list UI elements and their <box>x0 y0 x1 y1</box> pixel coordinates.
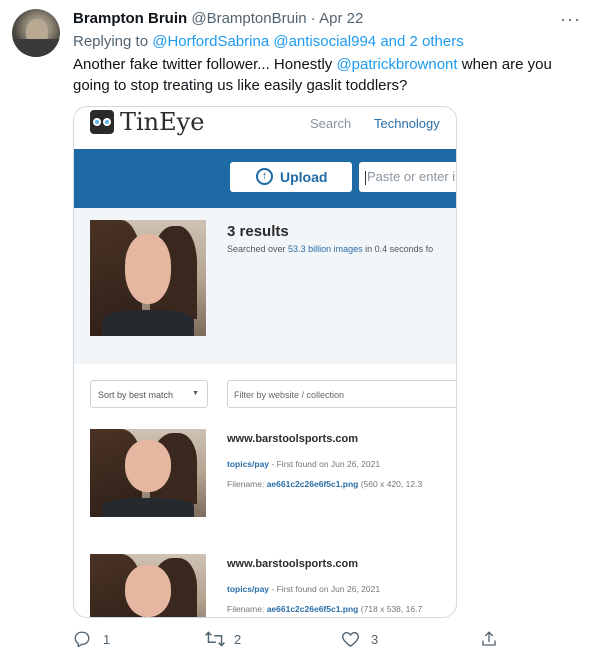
tweet-text: Another fake twitter follower... Honestl… <box>73 54 583 96</box>
separator-dot: · <box>310 10 316 27</box>
result-item: www.barstoolsports.com topics/pay - Firs… <box>74 429 456 529</box>
share-icon <box>482 631 496 646</box>
upload-arrow-icon: ↑ <box>256 168 273 185</box>
retweet-count: 2 <box>234 632 242 647</box>
url-placeholder: Paste or enter im <box>367 169 457 184</box>
tweet-media[interactable]: TinEye Search Technology ↑ Upload Paste … <box>73 106 457 618</box>
reply-mention-2[interactable]: @antisocial994 <box>273 33 376 50</box>
reply-button[interactable]: 1 <box>73 628 123 650</box>
like-button[interactable]: 3 <box>341 628 391 650</box>
tineye-nav-technology: Technology <box>374 116 440 131</box>
tweet: Brampton Bruin @BramptonBruin · Apr 22 ·… <box>0 0 595 659</box>
result-thumbnail <box>90 554 206 617</box>
more-options-icon[interactable]: ··· <box>560 9 581 30</box>
display-name[interactable]: Brampton Bruin <box>73 10 187 27</box>
tineye-filters: Sort by best match ▼ Filter by website /… <box>74 364 456 424</box>
result-item: www.barstoolsports.com topics/pay - Firs… <box>74 554 456 617</box>
tweet-mention[interactable]: @patrickbrownont <box>336 56 457 73</box>
chevron-down-icon: ▼ <box>192 390 199 397</box>
tineye-upload-button: ↑ Upload <box>230 162 352 192</box>
tweet-actions: 1 2 3 <box>0 628 595 652</box>
reply-and: and <box>380 33 406 50</box>
tineye-topbar: TinEye Search Technology <box>74 107 456 149</box>
result-domain: www.barstoolsports.com <box>227 558 359 570</box>
replying-to: Replying to @HorfordSabrina @antisocial9… <box>73 32 464 52</box>
result-filename: Filename: ae661c2c26e6f5c1.png (718 x 53… <box>227 604 423 614</box>
reply-count: 1 <box>103 632 111 647</box>
sort-label: Sort by best match <box>98 390 174 400</box>
reply-others[interactable]: 2 others <box>410 33 464 50</box>
reply-icon <box>74 631 90 648</box>
tineye-logo: TinEye <box>120 108 205 136</box>
share-button[interactable] <box>480 628 502 650</box>
avatar[interactable] <box>12 9 60 57</box>
tweet-header: Brampton Bruin @BramptonBruin · Apr 22 <box>73 9 363 29</box>
upload-label: Upload <box>280 169 328 185</box>
query-image <box>90 220 206 336</box>
tineye-nav-search: Search <box>310 116 352 131</box>
tineye-robot-icon <box>90 110 114 134</box>
results-count: 3 results <box>227 223 289 240</box>
result-filename: Filename: ae661c2c26e6f5c1.png (560 x 42… <box>227 479 423 489</box>
replying-prefix: Replying to <box>73 33 149 50</box>
heart-icon <box>342 631 359 647</box>
result-path: topics/pay - First found on Jun 26, 2021 <box>227 584 381 594</box>
reply-mention-1[interactable]: @HorfordSabrina <box>152 33 269 50</box>
like-count: 3 <box>371 632 379 647</box>
result-domain: www.barstoolsports.com <box>227 433 359 445</box>
searched-info: Searched over 53.3 billion images in 0.4… <box>227 244 434 254</box>
user-handle[interactable]: @BramptonBruin <box>191 10 306 27</box>
filter-input: Filter by website / collection <box>227 380 456 408</box>
tweet-date[interactable]: Apr 22 <box>319 10 363 27</box>
tineye-url-input: Paste or enter im <box>359 162 457 192</box>
retweet-button[interactable]: 2 <box>204 628 254 650</box>
tineye-search-band: ↑ Upload Paste or enter im <box>74 149 457 208</box>
retweet-icon <box>205 631 225 647</box>
result-path: topics/pay - First found on Jun 26, 2021 <box>227 459 381 469</box>
tineye-query-summary: 3 results Searched over 53.3 billion ima… <box>74 208 456 364</box>
sort-select: Sort by best match ▼ <box>90 380 208 408</box>
result-thumbnail <box>90 429 206 517</box>
avatar-shade <box>12 39 60 57</box>
tweet-text-part1: Another fake twitter follower... Honestl… <box>73 56 337 73</box>
